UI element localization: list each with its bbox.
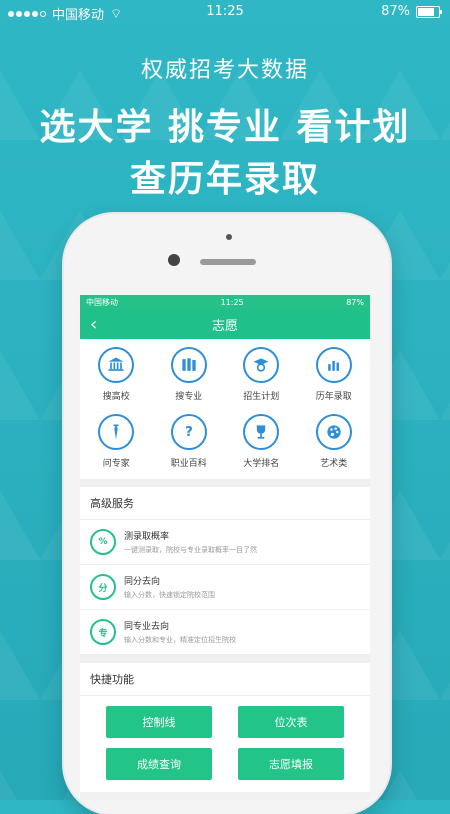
app-carrier: 中国移动 xyxy=(86,297,118,307)
svg-text:?: ? xyxy=(185,425,193,440)
grid-item-career-wiki[interactable]: ? 职业百科 xyxy=(153,414,226,469)
service-subtitle: 一键测录取，院校与专业录取概率一目了然 xyxy=(124,546,257,554)
grid-label: 搜专业 xyxy=(175,392,203,402)
graduate-icon xyxy=(243,347,280,383)
palette-icon xyxy=(315,414,352,450)
service-probability[interactable]: % 测录取概率 一键测录取，院校与专业录取概率一目了然 xyxy=(80,520,370,565)
application-fill-button[interactable]: 志愿填报 xyxy=(238,748,344,780)
trophy-icon xyxy=(243,414,280,450)
app-time: 11:25 xyxy=(220,297,244,307)
status-bar: 中国移动 ⌔ 11:25 87% xyxy=(0,0,450,24)
grid-item-search-school[interactable]: 搜高校 xyxy=(80,347,153,402)
section-title: 快捷功能 xyxy=(80,663,370,696)
expert-icon xyxy=(98,414,135,450)
quick-functions: 快捷功能 控制线 位次表 成绩查询 志愿填报 xyxy=(80,663,370,792)
service-title: 测录取概率 xyxy=(124,532,170,542)
nav-bar: ‹ 志愿 xyxy=(80,309,370,339)
grid-item-ask-expert[interactable]: 问专家 xyxy=(80,414,153,469)
grid-item-art[interactable]: 艺术类 xyxy=(298,414,371,469)
nav-title: 志愿 xyxy=(211,318,238,334)
bar-chart-icon xyxy=(315,347,352,383)
books-icon xyxy=(170,347,207,383)
major-icon: 专 xyxy=(90,619,116,645)
front-camera xyxy=(168,254,180,266)
grid-item-search-major[interactable]: 搜专业 xyxy=(153,347,226,402)
percent-icon: % xyxy=(90,529,116,555)
rank-table-button[interactable]: 位次表 xyxy=(238,706,344,738)
grid-label: 招生计划 xyxy=(243,392,280,402)
speaker-grill xyxy=(200,259,256,265)
question-icon: ? xyxy=(170,414,207,450)
score-icon: 分 xyxy=(90,574,116,600)
grid-label: 职业百科 xyxy=(170,459,207,469)
service-title: 同分去向 xyxy=(124,577,161,587)
sensor-dot xyxy=(226,234,232,240)
grid-label: 历年录取 xyxy=(315,392,352,402)
hero-title-line1: 选大学 挑专业 看计划 xyxy=(39,107,411,148)
grid-label: 大学排名 xyxy=(243,459,280,469)
back-icon[interactable]: ‹ xyxy=(90,314,97,335)
battery-icon xyxy=(416,5,442,18)
grid-label: 艺术类 xyxy=(320,459,348,469)
service-title: 同专业去向 xyxy=(124,622,170,632)
app-battery: 87% xyxy=(346,297,364,307)
hero-subtitle: 权威招考大数据 xyxy=(140,58,309,83)
advanced-services: 高级服务 % 测录取概率 一键测录取，院校与专业录取概率一目了然 分 同分去向 … xyxy=(80,487,370,655)
grid-item-admission-plan[interactable]: 招生计划 xyxy=(225,347,298,402)
app-screen: 中国移动 11:25 87% ‹ 志愿 搜高校 搜专业 招生计划 历年录取 问专… xyxy=(80,295,370,800)
service-subtitle: 输入分数和专业，精准定位招生院校 xyxy=(124,636,236,644)
grid-item-ranking[interactable]: 大学排名 xyxy=(225,414,298,469)
control-line-button[interactable]: 控制线 xyxy=(106,706,212,738)
score-query-button[interactable]: 成绩查询 xyxy=(106,748,212,780)
service-same-score[interactable]: 分 同分去向 输入分数，快速锁定院校范围 xyxy=(80,565,370,610)
service-same-major[interactable]: 专 同专业去向 输入分数和专业，精准定位招生院校 xyxy=(80,610,370,655)
hero-title-line2: 查历年录取 xyxy=(129,159,320,200)
battery-percent: 87% xyxy=(381,4,410,19)
grid-label: 问专家 xyxy=(102,459,130,469)
university-icon xyxy=(98,347,135,383)
app-status-bar: 中国移动 11:25 87% xyxy=(80,295,370,309)
grid-item-history[interactable]: 历年录取 xyxy=(298,347,371,402)
grid-label: 搜高校 xyxy=(102,392,130,402)
feature-grid: 搜高校 搜专业 招生计划 历年录取 问专家 ? 职业百科 大学排名 艺术类 xyxy=(80,339,370,479)
section-title: 高级服务 xyxy=(80,487,370,520)
service-subtitle: 输入分数，快速锁定院校范围 xyxy=(124,591,215,599)
